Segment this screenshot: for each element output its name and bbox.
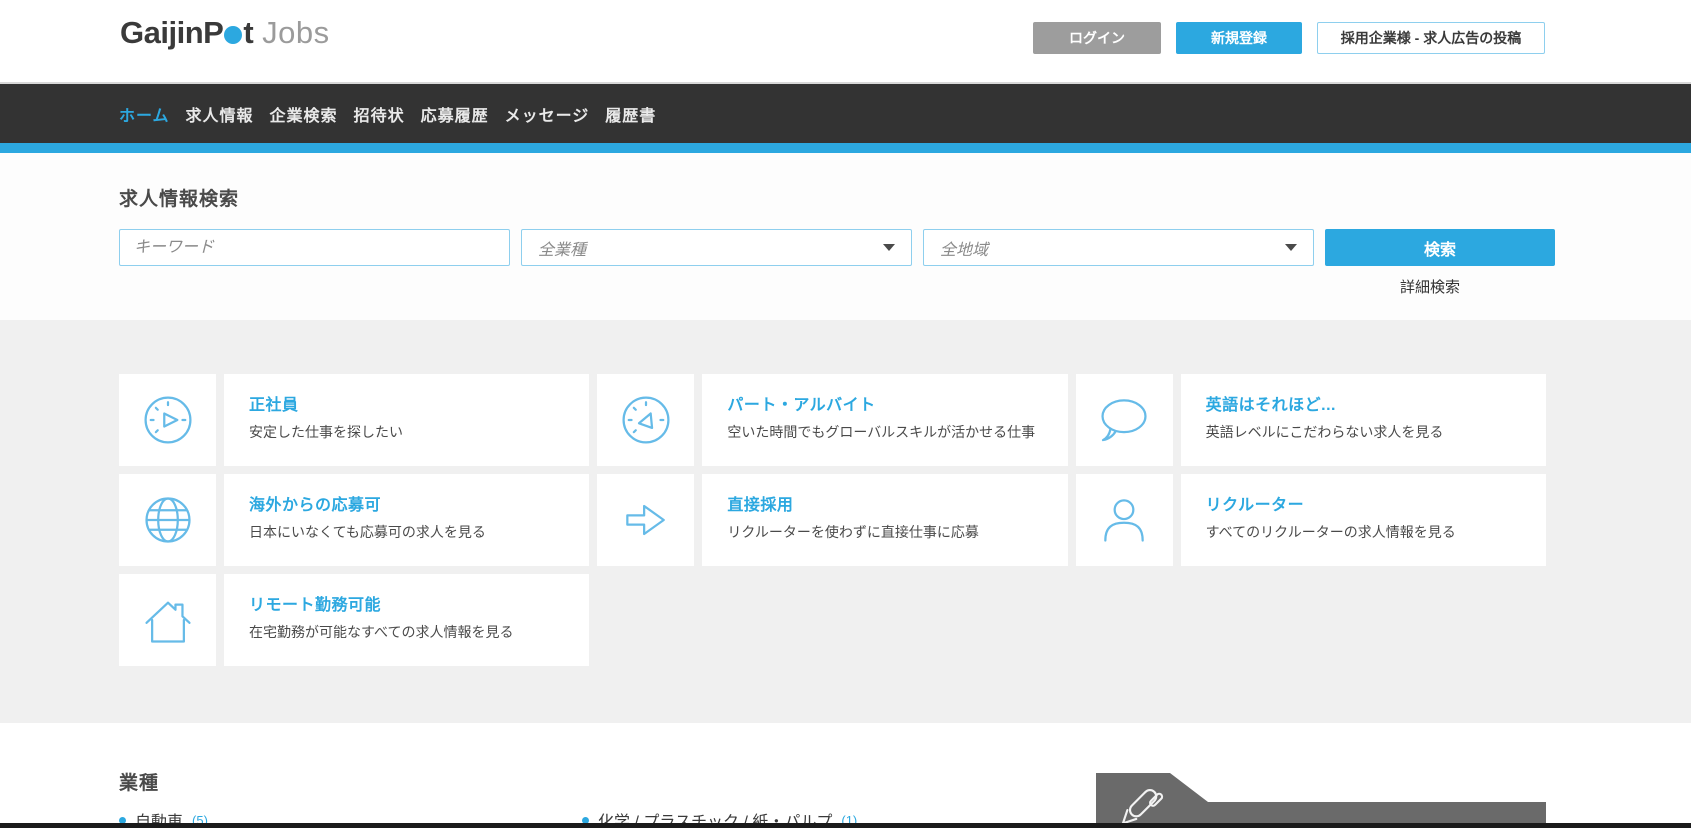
register-button[interactable]: 新規登録: [1176, 22, 1302, 54]
industries-section-title: 業種: [119, 768, 159, 795]
category-description: すべてのリクルーターの求人情報を見る: [1206, 522, 1536, 542]
speech-bubble-icon: [1076, 374, 1173, 466]
category-card-apply-from-overseas[interactable]: 海外からの応募可 日本にいなくても応募可の求人を見る: [119, 474, 589, 566]
nav-item-company-search[interactable]: 企業検索: [270, 102, 338, 126]
nav-item-resume[interactable]: 履歴書: [605, 102, 656, 126]
house-icon: [119, 574, 216, 666]
location-select[interactable]: 全地域: [923, 229, 1314, 266]
category-description: 日本にいなくても応募可の求人を見る: [249, 522, 579, 542]
logo-text-dark2: t: [243, 15, 253, 51]
main-navigation: ホーム 求人情報 企業検索 招待状 応募履歴 メッセージ 履歴書: [0, 84, 1691, 143]
category-title[interactable]: パート・アルバイト: [727, 391, 1057, 415]
header: GaijinP t Jobs ログイン 新規登録 採用企業様 - 求人広告の投稿: [0, 0, 1691, 82]
search-section-title: 求人情報検索: [119, 184, 239, 211]
chevron-down-icon: [883, 244, 895, 251]
nav-item-messages[interactable]: メッセージ: [505, 102, 590, 126]
logo-blue-dot-icon: [224, 26, 242, 44]
advanced-search-link[interactable]: 詳細検索: [1315, 276, 1545, 297]
pencil-icon: [1110, 779, 1168, 828]
card-body: 海外からの応募可 日本にいなくても応募可の求人を見る: [224, 474, 589, 566]
nav-item-invitations[interactable]: 招待状: [354, 102, 405, 126]
gaijinpot-jobs-logo[interactable]: GaijinP t Jobs: [120, 15, 330, 51]
keyword-search-input[interactable]: [119, 229, 510, 266]
search-submit-button[interactable]: 検索: [1325, 229, 1555, 266]
category-card-parttime[interactable]: パート・アルバイト 空いた時間でもグローバルスキルが活かせる仕事: [597, 374, 1067, 466]
category-card-direct-hire[interactable]: 直接採用 リクルーターを使わずに直接仕事に応募: [597, 474, 1067, 566]
category-title[interactable]: 海外からの応募可: [249, 491, 579, 515]
logo-text-jobs: Jobs: [262, 15, 329, 51]
category-title[interactable]: リクルーター: [1206, 491, 1536, 515]
category-card-remote-work[interactable]: リモート勤務可能 在宅勤務が可能なすべての求人情報を見る: [119, 574, 589, 666]
category-description: 英語レベルにこだわらない求人を見る: [1206, 422, 1536, 442]
nav-item-home[interactable]: ホーム: [119, 102, 170, 126]
category-title[interactable]: リモート勤務可能: [249, 591, 579, 615]
clock-icon: [119, 374, 216, 466]
category-cards-grid: 正社員 安定した仕事を探したい パート・アルバイト 空いた時間でもグローバルスキ…: [119, 374, 1546, 666]
globe-icon: [119, 474, 216, 566]
card-body: 英語はそれほど... 英語レベルにこだわらない求人を見る: [1181, 374, 1546, 466]
category-card-low-english[interactable]: 英語はそれほど... 英語レベルにこだわらない求人を見る: [1076, 374, 1546, 466]
location-select-value: 全地域: [940, 236, 988, 260]
nav-item-application-history[interactable]: 応募履歴: [421, 102, 489, 126]
card-body: リモート勤務可能 在宅勤務が可能なすべての求人情報を見る: [224, 574, 589, 666]
industry-select[interactable]: 全業種: [521, 229, 912, 266]
card-body: パート・アルバイト 空いた時間でもグローバルスキルが活かせる仕事: [702, 374, 1067, 466]
category-description: 空いた時間でもグローバルスキルが活かせる仕事: [727, 422, 1057, 442]
logo-text-dark: GaijinP: [120, 15, 223, 51]
job-search-section: 求人情報検索 全業種 全地域 検索 詳細検索: [0, 153, 1691, 320]
employer-post-job-button[interactable]: 採用企業様 - 求人広告の投稿: [1317, 22, 1545, 54]
nav-accent-bar: [0, 143, 1691, 153]
stopwatch-icon: [597, 374, 694, 466]
card-body: 直接採用 リクルーターを使わずに直接仕事に応募: [702, 474, 1067, 566]
category-description: 在宅勤務が可能なすべての求人情報を見る: [249, 622, 579, 642]
category-description: リクルーターを使わずに直接仕事に応募: [727, 522, 1057, 542]
page: GaijinPt Jobs ログイン 新規登録 採用企業様 - 求人広告の投稿 …: [0, 0, 1691, 828]
screenshot-bottom-edge: [0, 823, 1691, 828]
search-row: 全業種 全地域 検索: [119, 229, 1555, 266]
chevron-down-icon: [1285, 244, 1297, 251]
nav-item-job-listings[interactable]: 求人情報: [186, 102, 254, 126]
person-icon: [1076, 474, 1173, 566]
category-title[interactable]: 英語はそれほど...: [1206, 391, 1536, 415]
header-actions: ログイン 新規登録 採用企業様 - 求人広告の投稿: [1033, 22, 1545, 54]
category-card-fulltime[interactable]: 正社員 安定した仕事を探したい: [119, 374, 589, 466]
category-description: 安定した仕事を探したい: [249, 422, 579, 442]
card-body: リクルーター すべてのリクルーターの求人情報を見る: [1181, 474, 1546, 566]
category-card-recruiters[interactable]: リクルーター すべてのリクルーターの求人情報を見る: [1076, 474, 1546, 566]
industry-select-value: 全業種: [538, 236, 586, 260]
login-button[interactable]: ログイン: [1033, 22, 1161, 54]
card-body: 正社員 安定した仕事を探したい: [224, 374, 589, 466]
category-title[interactable]: 正社員: [249, 391, 579, 415]
arrow-right-icon: [597, 474, 694, 566]
resume-banner-tab: [1096, 773, 1546, 828]
category-title[interactable]: 直接採用: [727, 491, 1057, 515]
